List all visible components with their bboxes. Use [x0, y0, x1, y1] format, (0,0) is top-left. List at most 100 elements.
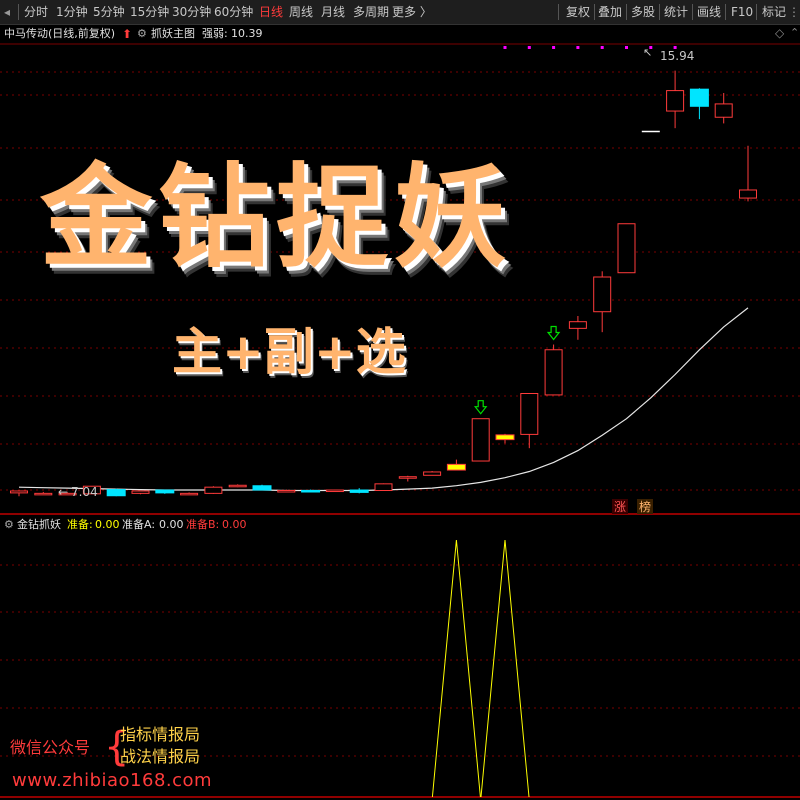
mark-button[interactable]: 标记 [762, 0, 786, 24]
overlay-button[interactable]: 叠加 [598, 0, 622, 24]
field-ready-b-label: 准备B: [186, 518, 220, 531]
period-monthly[interactable]: 月线 [321, 0, 345, 24]
low-price-arrow: ← [58, 485, 68, 499]
chart-canvas: 15.94 7.04 ← ↖ 涨 榜 [0, 43, 800, 798]
candle-body-down [252, 485, 272, 491]
multi-stock-button[interactable]: 多股 [631, 0, 655, 24]
candle [398, 475, 417, 482]
wechat-label: 微信公众号 [10, 738, 91, 757]
candle-body-up [228, 484, 247, 488]
candle [446, 459, 466, 471]
candle-body-down [106, 489, 126, 497]
candle [495, 433, 515, 444]
candle-body-up [204, 486, 223, 494]
candle-body-up [593, 276, 612, 313]
candle [666, 70, 685, 129]
candle-body-up [617, 223, 636, 274]
promo-title: 金钻捉妖 [40, 153, 512, 283]
period-15min[interactable]: 15分钟 [130, 0, 169, 24]
toolbar-divider [558, 4, 559, 20]
candle [228, 484, 247, 488]
diamond-icon[interactable]: ◇ [775, 26, 784, 40]
period-60min[interactable]: 60分钟 [214, 0, 253, 24]
toolbar-divider [756, 4, 757, 20]
signal-dot [576, 46, 580, 49]
candle [10, 490, 28, 497]
bang-tag: 榜 [639, 499, 651, 514]
candle [714, 92, 733, 124]
signal-dot [503, 46, 507, 49]
candle [155, 489, 175, 494]
account-1: 指标情报局 [120, 725, 201, 744]
candle-body-up [277, 490, 296, 493]
account-2: 战法情报局 [120, 747, 201, 766]
sub-indicator-name[interactable]: 金钻抓妖 [17, 517, 61, 533]
collapse-toolbar-icon[interactable]: ◂ [4, 0, 10, 24]
indicator-settings-icon[interactable]: ⚙ [137, 26, 147, 42]
candle [568, 315, 587, 340]
signal-dot [625, 46, 628, 49]
candle [131, 490, 150, 495]
promo-subtitle: 主+副+选 [172, 323, 406, 381]
candle-body-up [739, 189, 757, 199]
candle [544, 344, 563, 396]
stock-title[interactable]: 中马传动(日线,前复权) [4, 26, 115, 42]
period-daily[interactable]: 日线 [259, 0, 283, 24]
toolbar-divider [18, 4, 19, 20]
candle-body-up [666, 90, 685, 112]
period-5min[interactable]: 5分钟 [93, 0, 125, 24]
candle [34, 491, 53, 496]
candle-body-up [423, 471, 442, 476]
collapse-panel-icon[interactable]: ⌃ [790, 26, 799, 39]
signal-dot [552, 46, 556, 49]
account-list: 指标情报局 战法情报局 [120, 724, 200, 768]
field-ready-b-value: 0.00 [222, 518, 247, 531]
draw-line-button[interactable]: 画线 [697, 0, 721, 24]
candle-body-up [180, 492, 199, 496]
adjust-button[interactable]: 复权 [566, 0, 590, 24]
candle-body-down [155, 489, 175, 494]
signal-dot [600, 46, 604, 49]
sub-indicator-settings-icon[interactable]: ⚙ [4, 517, 14, 533]
field-ready-a-label: 准备A: [122, 518, 156, 531]
website-url: www.zhibiao168.com [12, 770, 213, 791]
stock-up-arrow-icon: ⬆ [122, 27, 133, 41]
candle-body-up [568, 321, 587, 329]
strength-label: 强弱: [202, 27, 228, 40]
period-intraday[interactable]: 分时 [24, 0, 48, 24]
candle-body-up [34, 492, 53, 496]
low-price-label: 7.04 [71, 485, 98, 499]
period-toolbar: ◂ 分时 1分钟 5分钟 15分钟 30分钟 60分钟 日线 周线 月线 多周期… [0, 0, 800, 25]
signal-peak [480, 539, 530, 798]
candle [325, 489, 344, 493]
candle [471, 418, 490, 462]
candle [617, 223, 636, 274]
toolbar-divider [659, 4, 660, 20]
candle-body-up [471, 418, 490, 462]
f10-button[interactable]: F10 [731, 0, 753, 24]
candle-body-up [544, 349, 563, 396]
period-weekly[interactable]: 周线 [289, 0, 313, 24]
candle-body-down [689, 88, 709, 107]
statistics-button[interactable]: 统计 [664, 0, 688, 24]
main-indicator-name[interactable]: 抓妖主图 [151, 26, 195, 42]
period-more[interactable]: 更多 〉 [392, 0, 432, 24]
signal-dot [527, 46, 531, 49]
period-multi[interactable]: 多周期 [353, 0, 389, 24]
candle-body-signal [446, 463, 466, 471]
signal-peak [431, 539, 481, 798]
ellipsis-icon[interactable]: ⋮ [788, 0, 800, 24]
candle [689, 88, 709, 120]
candle [180, 492, 199, 496]
candle-body-down [349, 489, 369, 493]
strength-value: 10.39 [231, 27, 263, 40]
zhang-tag: 涨 [614, 499, 626, 514]
field-ready-label: 准备: [67, 518, 93, 531]
candle-body-down [301, 490, 321, 493]
period-30min[interactable]: 30分钟 [172, 0, 211, 24]
signal-layer [431, 539, 530, 798]
candle [739, 145, 757, 202]
field-ready-a-value: 0.00 [159, 518, 184, 531]
period-1min[interactable]: 1分钟 [56, 0, 88, 24]
high-price-arrow: ↖ [643, 46, 652, 59]
